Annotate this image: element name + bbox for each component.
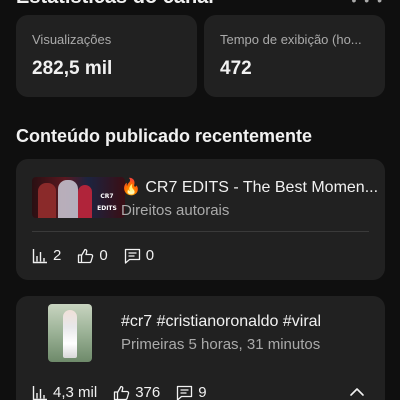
views-count: 4,3 mil xyxy=(53,384,98,400)
stat-card-watch-time[interactable]: Tempo de exibição (ho... 472 xyxy=(204,15,385,97)
thumbs-up-icon xyxy=(114,385,130,400)
views-metric: 2 xyxy=(32,247,61,264)
comment-icon xyxy=(177,385,193,400)
stat-value: 472 xyxy=(220,58,252,79)
chevron-up-icon[interactable] xyxy=(349,384,365,400)
likes-metric: 376 xyxy=(113,384,160,400)
video-metrics: 4,3 mil 376 9 xyxy=(32,384,223,400)
video-metrics: 2 0 0 xyxy=(32,247,170,264)
video-title[interactable]: 🔥 CR7 EDITS - The Best Momen... xyxy=(121,177,378,197)
more-indicator: • • • xyxy=(351,0,384,8)
comment-icon xyxy=(124,248,140,264)
stat-card-views[interactable]: Visualizações 282,5 mil xyxy=(16,15,197,97)
bar-chart-icon xyxy=(32,248,47,263)
divider xyxy=(32,231,369,232)
stat-value: 282,5 mil xyxy=(32,58,113,79)
views-metric: 4,3 mil xyxy=(32,384,97,400)
recent-content-title: Conteúdo publicado recentemente xyxy=(16,126,313,146)
likes-count: 376 xyxy=(135,384,161,400)
stat-label: Visualizações xyxy=(32,32,112,47)
comments-metric: 0 xyxy=(124,247,154,264)
video-thumbnail[interactable]: CR7 EDITS xyxy=(32,177,125,218)
video-card[interactable]: CR7 EDITS 🔥 CR7 EDITS - The Best Momen..… xyxy=(16,159,385,280)
thumbs-up-icon xyxy=(78,248,94,263)
comments-count: 9 xyxy=(198,384,207,400)
video-card[interactable]: #cr7 #cristianoronaldo #viral Primeiras … xyxy=(16,296,385,400)
views-count: 2 xyxy=(53,247,62,264)
thumbnail-brand-text: CR7 EDITS xyxy=(97,193,117,212)
comments-metric: 9 xyxy=(176,384,207,400)
video-subtitle: Direitos autorais xyxy=(121,202,230,219)
stat-label: Tempo de exibição (ho... xyxy=(220,32,362,47)
channel-stats-title: Estatísticas do canal xyxy=(16,0,214,9)
comments-count: 0 xyxy=(145,247,155,264)
bar-chart-icon xyxy=(32,385,47,400)
video-thumbnail[interactable] xyxy=(48,304,92,362)
video-subtitle: Primeiras 5 horas, 31 minutos xyxy=(121,336,321,353)
likes-count: 0 xyxy=(99,247,108,264)
channel-analytics-page: Estatísticas do canal • • • Visualizaçõe… xyxy=(0,0,400,400)
video-title[interactable]: #cr7 #cristianoronaldo #viral xyxy=(121,313,321,331)
likes-metric: 0 xyxy=(77,247,108,264)
